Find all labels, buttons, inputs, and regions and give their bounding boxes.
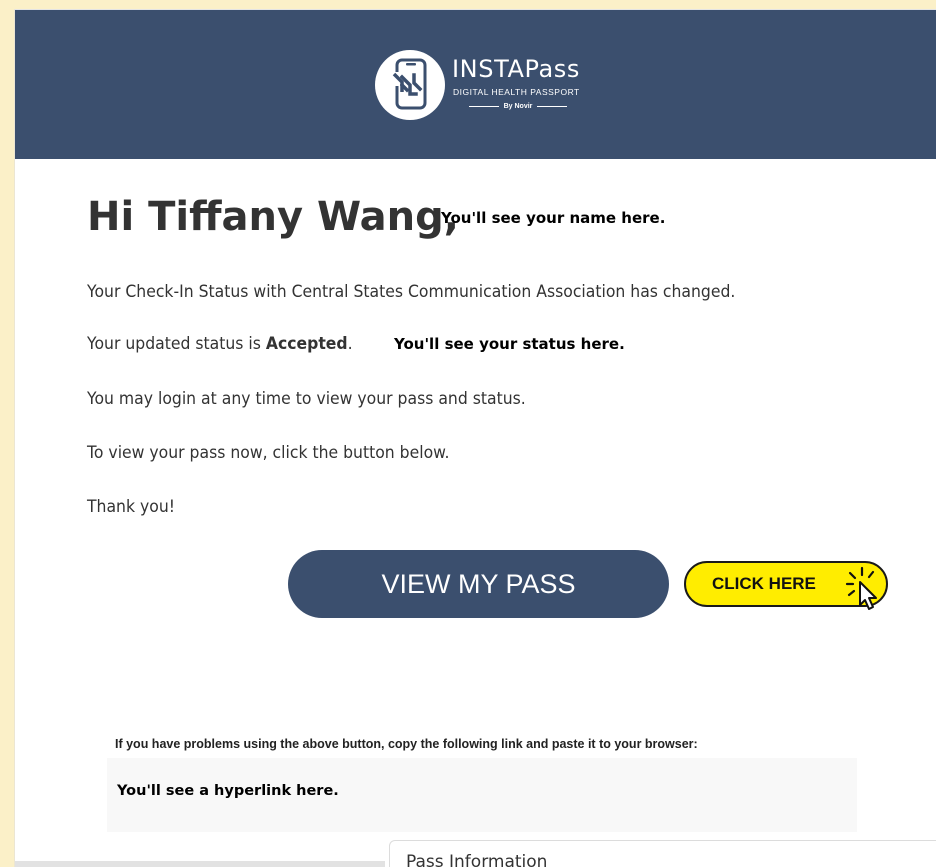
view-pass-instruction: To view your pass now, click the button … xyxy=(87,443,450,463)
brand-by-text: By Novir xyxy=(503,102,533,110)
cursor-click-icon xyxy=(845,566,877,610)
brand-name: INSTAPass xyxy=(452,55,580,83)
status-value: Accepted xyxy=(265,334,348,354)
status-line-prefix: Your updated status is xyxy=(87,334,266,354)
status-annotation: You'll see your status here. xyxy=(394,335,625,353)
click-here-label: CLICK HERE xyxy=(712,574,816,593)
email-header: INSTAPass DIGITAL HEALTH PASSPORT By Nov… xyxy=(15,10,936,159)
bottom-scrollbar[interactable] xyxy=(15,861,385,867)
pass-information-title: Pass Information xyxy=(406,852,548,867)
login-info-line: You may login at any time to view your p… xyxy=(87,389,526,409)
status-changed-line: Your Check-In Status with Central States… xyxy=(87,282,736,302)
byline-rule-left xyxy=(468,105,499,107)
greeting-heading: Hi Tiffany Wang, xyxy=(87,194,459,240)
pass-information-panel[interactable]: Pass Information xyxy=(389,840,936,867)
email-card: INSTAPass DIGITAL HEALTH PASSPORT By Nov… xyxy=(14,9,936,867)
byline-rule-right xyxy=(537,105,568,107)
instapass-logo: INSTAPass DIGITAL HEALTH PASSPORT By Nov… xyxy=(375,47,615,123)
status-line-suffix: . xyxy=(347,334,353,354)
name-annotation: You'll see your name here. xyxy=(441,209,666,227)
updated-status-line: Your updated status is Accepted. xyxy=(87,333,353,355)
brand-tagline: DIGITAL HEALTH PASSPORT xyxy=(453,87,580,97)
thank-you-line: Thank you! xyxy=(87,497,176,517)
help-text: If you have problems using the above but… xyxy=(115,737,698,751)
hyperlink-placeholder[interactable]: You'll see a hyperlink here. xyxy=(117,783,339,799)
click-here-callout: CLICK HERE xyxy=(684,561,890,610)
view-my-pass-button[interactable]: VIEW MY PASS xyxy=(288,550,669,618)
link-box: You'll see a hyperlink here. xyxy=(107,758,857,832)
brand-byline: By Novir xyxy=(453,100,583,112)
phone-scan-icon xyxy=(375,50,445,120)
